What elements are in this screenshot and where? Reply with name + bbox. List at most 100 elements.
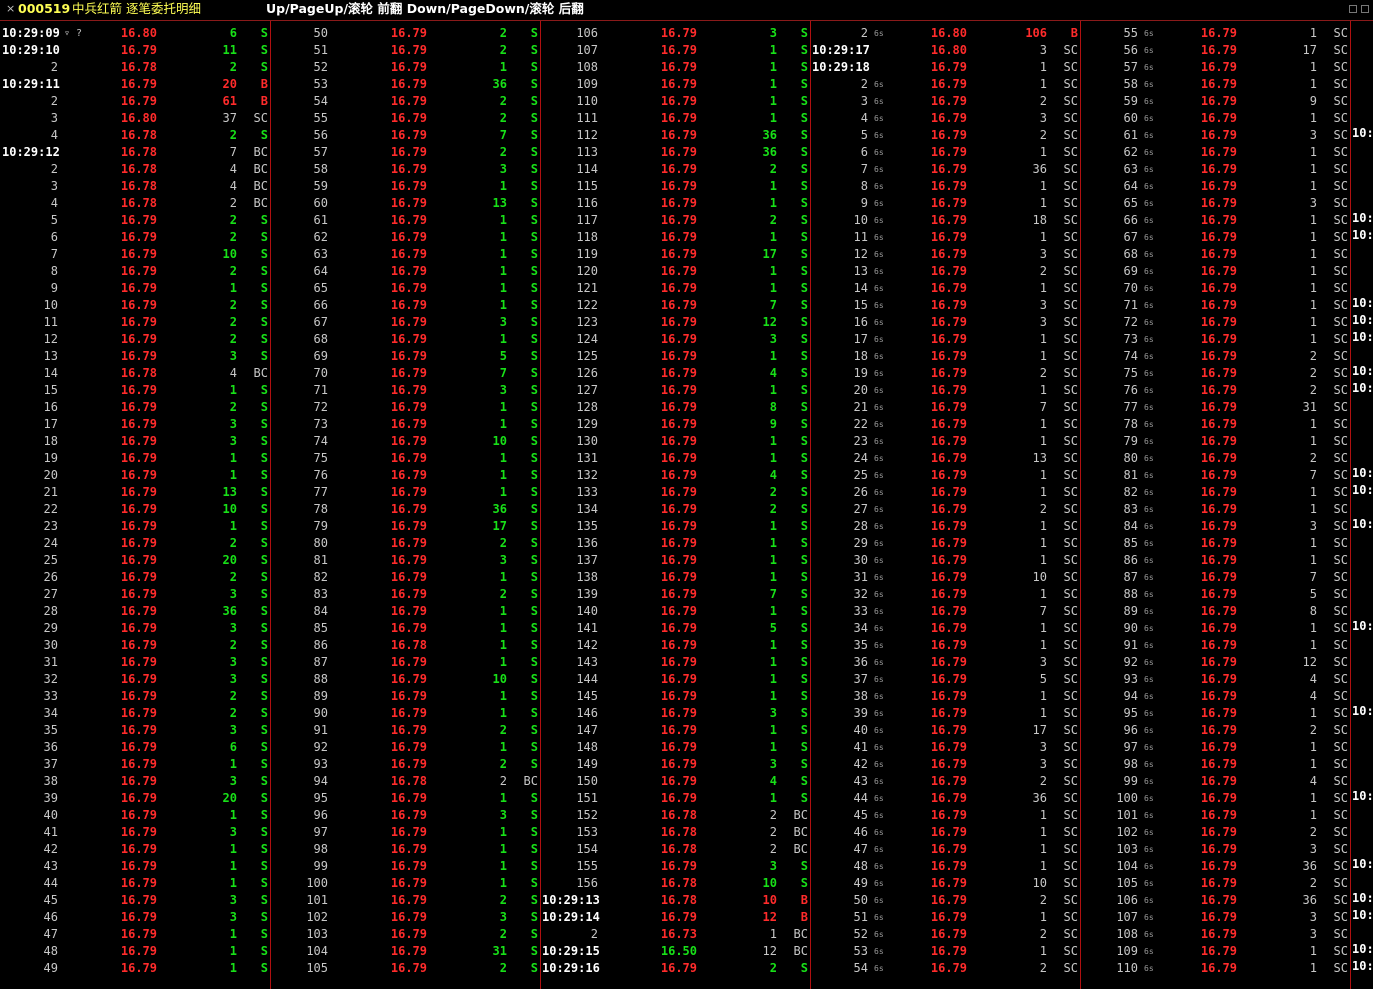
tick-row[interactable]: 106 6s 16.79 36 SC — [1080, 892, 1350, 909]
tick-row[interactable]: 45 6s 16.79 1 SC — [810, 807, 1080, 824]
tick-row[interactable]: 135 16.79 1 S — [540, 518, 810, 535]
tick-row[interactable]: 16 6s 16.79 3 SC — [810, 314, 1080, 331]
tick-row[interactable]: 88 6s 16.79 5 SC — [1080, 586, 1350, 603]
tick-row[interactable]: 78 6s 16.79 1 SC — [1080, 416, 1350, 433]
tick-row[interactable]: 131 16.79 1 S — [540, 450, 810, 467]
tick-row[interactable]: 82 16.79 1 S — [270, 569, 540, 586]
tick-row[interactable]: 62 16.79 1 S — [270, 229, 540, 246]
tick-row[interactable]: 20 16.79 1 S — [0, 467, 270, 484]
tick-row[interactable]: 23 16.79 1 S — [0, 518, 270, 535]
tick-row[interactable]: 112 16.79 36 S — [540, 127, 810, 144]
tick-row[interactable]: 87 16.79 1 S — [270, 654, 540, 671]
tick-row[interactable]: 8 16.79 2 S — [0, 263, 270, 280]
tick-row[interactable]: 47 6s 16.79 1 SC — [810, 841, 1080, 858]
tick-row[interactable]: 108 16.79 1 S — [540, 59, 810, 76]
tick-row[interactable]: 95 6s 16.79 1 SC — [1080, 705, 1350, 722]
tick-row[interactable]: 113 16.79 36 S — [540, 144, 810, 161]
tick-row[interactable]: 15 16.79 1 S — [0, 382, 270, 399]
tick-row[interactable]: 60 16.79 13 S — [270, 195, 540, 212]
tick-row[interactable]: 65 6s 16.79 3 SC — [1080, 195, 1350, 212]
tick-row[interactable]: 10:29:14 16.79 12 B — [540, 909, 810, 926]
tick-row[interactable]: 78 16.79 36 S — [270, 501, 540, 518]
tick-row[interactable]: 38 16.79 3 S — [0, 773, 270, 790]
tick-detail-grid[interactable]: 10:29:09 ▿ ? 16.80 6 S 10:29:10 16.79 11 S 2 16.78… — [0, 20, 1373, 989]
tick-row[interactable]: 75 16.79 1 S — [270, 450, 540, 467]
tick-row[interactable]: 62 6s 16.79 1 SC — [1080, 144, 1350, 161]
tick-row[interactable]: 33 16.79 2 S — [0, 688, 270, 705]
tick-row[interactable]: 154 16.78 2 BC — [540, 841, 810, 858]
tick-row[interactable]: 57 6s 16.79 1 SC — [1080, 59, 1350, 76]
tick-row[interactable]: 81 16.79 3 S — [270, 552, 540, 569]
tick-row[interactable]: 74 16.79 10 S — [270, 433, 540, 450]
tick-row[interactable]: 123 16.79 12 S — [540, 314, 810, 331]
tick-row[interactable]: 69 6s 16.79 1 SC — [1080, 263, 1350, 280]
tick-row[interactable]: 37 16.79 1 S — [0, 756, 270, 773]
tick-row[interactable]: 98 16.79 1 S — [270, 841, 540, 858]
tick-row[interactable]: 76 16.79 1 S — [270, 467, 540, 484]
tick-row[interactable]: 116 16.79 1 S — [540, 195, 810, 212]
tick-row[interactable]: 93 6s 16.79 4 SC — [1080, 671, 1350, 688]
window-tool-icon[interactable] — [1349, 5, 1357, 13]
tick-row[interactable]: 17 16.79 3 S — [0, 416, 270, 433]
tick-row[interactable]: 10:29:15 16.50 12 BC — [540, 943, 810, 960]
tick-row[interactable]: 48 16.79 1 S — [0, 943, 270, 960]
tick-row[interactable]: 4 6s 16.79 3 SC — [810, 110, 1080, 127]
tick-row[interactable]: 27 16.79 3 S — [0, 586, 270, 603]
tick-row[interactable]: 71 6s 16.79 1 SC — [1080, 297, 1350, 314]
tick-row[interactable]: 96 16.79 3 S — [270, 807, 540, 824]
tick-row[interactable]: 21 6s 16.79 7 SC — [810, 399, 1080, 416]
tick-row[interactable]: 107 16.79 1 S — [540, 42, 810, 59]
tick-row[interactable]: 53 6s 16.79 1 SC — [810, 943, 1080, 960]
tick-row[interactable]: 94 6s 16.79 4 SC — [1080, 688, 1350, 705]
tick-row[interactable]: 86 16.78 1 S — [270, 637, 540, 654]
tick-row[interactable]: 39 16.79 20 S — [0, 790, 270, 807]
tick-row[interactable]: 110 16.79 1 S — [540, 93, 810, 110]
tick-row[interactable]: 124 16.79 3 S — [540, 331, 810, 348]
tick-row[interactable]: 12 6s 16.79 3 SC — [810, 246, 1080, 263]
tick-row[interactable]: 108 6s 16.79 3 SC — [1080, 926, 1350, 943]
tick-row[interactable]: 133 16.79 2 S — [540, 484, 810, 501]
tick-row[interactable]: 79 16.79 17 S — [270, 518, 540, 535]
tick-row[interactable]: 92 6s 16.79 12 SC — [1080, 654, 1350, 671]
tick-row[interactable]: 24 6s 16.79 13 SC — [810, 450, 1080, 467]
tick-row[interactable]: 97 6s 16.79 1 SC — [1080, 739, 1350, 756]
tick-row[interactable]: 6 16.79 2 S — [0, 229, 270, 246]
tick-row[interactable]: 89 6s 16.79 8 SC — [1080, 603, 1350, 620]
tick-row[interactable]: 50 16.79 2 S — [270, 25, 540, 42]
tick-row[interactable]: 100 6s 16.79 1 SC — [1080, 790, 1350, 807]
tick-row[interactable]: 71 16.79 3 S — [270, 382, 540, 399]
tick-row[interactable]: 41 6s 16.79 3 SC — [810, 739, 1080, 756]
tick-row[interactable]: 55 16.79 2 S — [270, 110, 540, 127]
tick-row[interactable]: 26 6s 16.79 1 SC — [810, 484, 1080, 501]
tick-row[interactable]: 152 16.78 2 BC — [540, 807, 810, 824]
tick-row[interactable]: 8 6s 16.79 1 SC — [810, 178, 1080, 195]
tick-row[interactable]: 151 16.79 1 S — [540, 790, 810, 807]
tick-row[interactable]: 49 6s 16.79 10 SC — [810, 875, 1080, 892]
tick-row[interactable]: 84 6s 16.79 3 SC — [1080, 518, 1350, 535]
tick-row[interactable]: 128 16.79 8 S — [540, 399, 810, 416]
tick-row[interactable]: 101 16.79 2 S — [270, 892, 540, 909]
tick-row[interactable]: 3 16.78 4 BC — [0, 178, 270, 195]
tick-row[interactable]: 38 6s 16.79 1 SC — [810, 688, 1080, 705]
tick-row[interactable]: 59 6s 16.79 9 SC — [1080, 93, 1350, 110]
tick-row[interactable]: 96 6s 16.79 2 SC — [1080, 722, 1350, 739]
tick-row[interactable]: 99 16.79 1 S — [270, 858, 540, 875]
tick-row[interactable]: 20 6s 16.79 1 SC — [810, 382, 1080, 399]
tick-row[interactable]: 77 6s 16.79 31 SC — [1080, 399, 1350, 416]
tick-row[interactable]: 29 16.79 3 S — [0, 620, 270, 637]
tick-row[interactable]: 98 6s 16.79 1 SC — [1080, 756, 1350, 773]
tick-row[interactable]: 16 16.79 2 S — [0, 399, 270, 416]
tick-row[interactable]: 63 6s 16.79 1 SC — [1080, 161, 1350, 178]
tick-row[interactable]: 68 6s 16.79 1 SC — [1080, 246, 1350, 263]
tick-row[interactable]: 2 16.73 1 BC — [540, 926, 810, 943]
tick-row[interactable]: 130 16.79 1 S — [540, 433, 810, 450]
tick-row[interactable]: 91 16.79 2 S — [270, 722, 540, 739]
tick-row[interactable]: 36 16.79 6 S — [0, 739, 270, 756]
tick-row[interactable]: 47 16.79 1 S — [0, 926, 270, 943]
tick-row[interactable]: 5 16.79 2 S — [0, 212, 270, 229]
tick-row[interactable]: 107 6s 16.79 3 SC — [1080, 909, 1350, 926]
tick-row[interactable]: 56 16.79 7 S — [270, 127, 540, 144]
tick-row[interactable]: 119 16.79 17 S — [540, 246, 810, 263]
tick-row[interactable]: 10:29:12 16.78 7 BC — [0, 144, 270, 161]
tick-row[interactable]: 149 16.79 3 S — [540, 756, 810, 773]
